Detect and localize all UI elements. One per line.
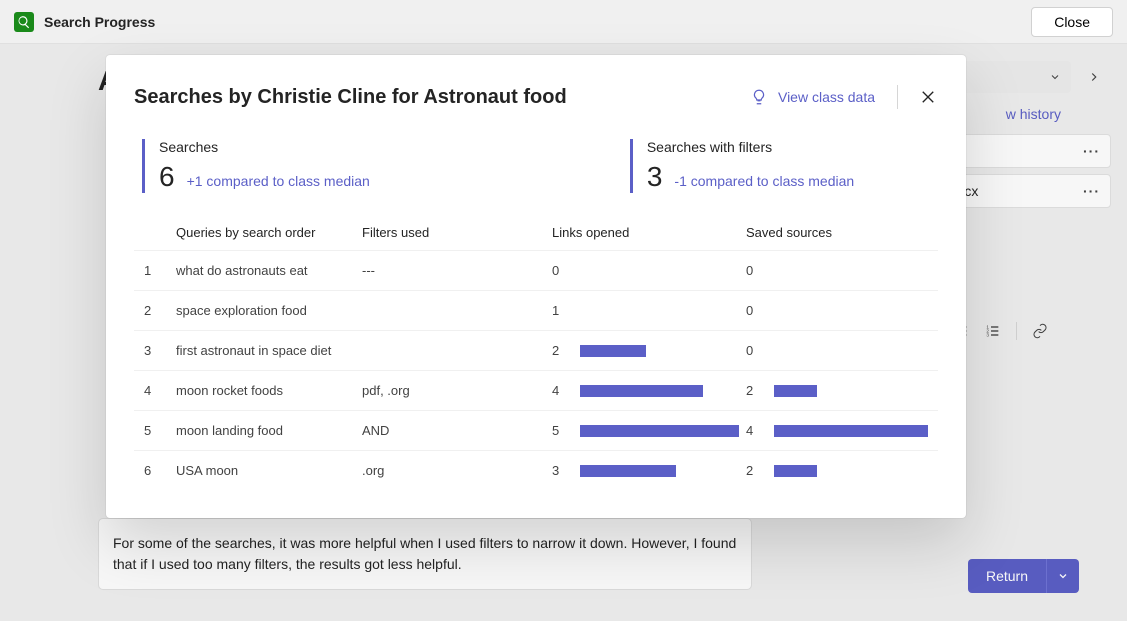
saved-bar	[774, 345, 928, 357]
row-saved: 0	[746, 343, 928, 358]
saved-count: 0	[746, 343, 760, 358]
modal-title: Searches by Christie Cline for Astronaut…	[134, 86, 567, 109]
links-bar	[580, 305, 746, 317]
stat-delta: +1 compared to class median	[187, 173, 370, 189]
saved-bar	[774, 385, 928, 397]
table-header-row: Queries by search order Filters used Lin…	[134, 215, 938, 250]
table-row: 6USA moon.org3 2	[134, 450, 938, 490]
view-class-data-label: View class data	[778, 89, 875, 105]
divider	[897, 85, 898, 109]
stat-value: 6	[159, 161, 175, 193]
view-class-data-link[interactable]: View class data	[750, 88, 875, 106]
stat-delta: -1 compared to class median	[674, 173, 854, 189]
stat-accent	[142, 139, 145, 193]
stat-searches-filters: Searches with filters 3 -1 compared to c…	[630, 139, 854, 193]
row-query: moon rocket foods	[176, 383, 362, 398]
stat-label: Searches with filters	[647, 139, 854, 155]
stat-accent	[630, 139, 633, 193]
row-query: what do astronauts eat	[176, 263, 362, 278]
row-index: 3	[144, 343, 176, 358]
row-index: 6	[144, 463, 176, 478]
row-saved: 0	[746, 303, 928, 318]
col-saved-header: Saved sources	[746, 225, 928, 240]
saved-bar	[774, 265, 928, 277]
row-query: USA moon	[176, 463, 362, 478]
table-row: 3first astronaut in space diet 2 0	[134, 330, 938, 370]
col-queries-header: Queries by search order	[176, 225, 362, 240]
lightbulb-icon	[750, 88, 768, 106]
saved-count: 4	[746, 423, 760, 438]
close-button[interactable]: Close	[1031, 7, 1113, 37]
saved-count: 2	[746, 463, 760, 478]
links-count: 1	[552, 303, 566, 318]
row-saved: 4	[746, 423, 928, 438]
row-index: 5	[144, 423, 176, 438]
close-icon[interactable]	[918, 87, 938, 107]
row-query: moon landing food	[176, 423, 362, 438]
row-query: space exploration food	[176, 303, 362, 318]
modal-header: Searches by Christie Cline for Astronaut…	[134, 85, 938, 109]
row-filters: ---	[362, 263, 552, 278]
stats-row: Searches 6 +1 compared to class median S…	[134, 139, 938, 193]
search-details-modal: Searches by Christie Cline for Astronaut…	[106, 55, 966, 518]
col-filters-header: Filters used	[362, 225, 552, 240]
queries-table: Queries by search order Filters used Lin…	[134, 215, 938, 490]
row-saved: 2	[746, 463, 928, 478]
stat-label: Searches	[159, 139, 370, 155]
row-index: 4	[144, 383, 176, 398]
saved-bar	[774, 305, 928, 317]
page-title: Search Progress	[44, 14, 155, 30]
search-progress-icon	[14, 12, 34, 32]
links-bar	[580, 265, 746, 277]
saved-count: 2	[746, 383, 760, 398]
links-count: 5	[552, 423, 566, 438]
links-count: 3	[552, 463, 566, 478]
row-links: 4	[552, 383, 746, 398]
row-filters: AND	[362, 423, 552, 438]
row-query: first astronaut in space diet	[176, 343, 362, 358]
row-links: 5	[552, 423, 746, 438]
row-filters: pdf, .org	[362, 383, 552, 398]
links-bar	[580, 345, 746, 357]
row-links: 0	[552, 263, 746, 278]
links-count: 4	[552, 383, 566, 398]
row-saved: 0	[746, 263, 928, 278]
row-links: 3	[552, 463, 746, 478]
col-links-header: Links opened	[552, 225, 746, 240]
row-links: 2	[552, 343, 746, 358]
table-row: 2space exploration food 1 0	[134, 290, 938, 330]
saved-bar	[774, 465, 928, 477]
saved-count: 0	[746, 303, 760, 318]
saved-count: 0	[746, 263, 760, 278]
row-index: 2	[144, 303, 176, 318]
saved-bar	[774, 425, 928, 437]
links-bar	[580, 425, 746, 437]
row-saved: 2	[746, 383, 928, 398]
row-index: 1	[144, 263, 176, 278]
table-row: 4moon rocket foodspdf, .org42	[134, 370, 938, 410]
row-links: 1	[552, 303, 746, 318]
stat-value: 3	[647, 161, 663, 193]
links-count: 0	[552, 263, 566, 278]
table-row: 1what do astronauts eat---00	[134, 250, 938, 290]
links-bar	[580, 385, 746, 397]
stat-searches: Searches 6 +1 compared to class median	[142, 139, 370, 193]
row-filters: .org	[362, 463, 552, 478]
topbar: Search Progress Close	[0, 0, 1127, 44]
links-count: 2	[552, 343, 566, 358]
col-idx	[144, 225, 176, 240]
table-row: 5moon landing foodAND54	[134, 410, 938, 450]
links-bar	[580, 465, 746, 477]
